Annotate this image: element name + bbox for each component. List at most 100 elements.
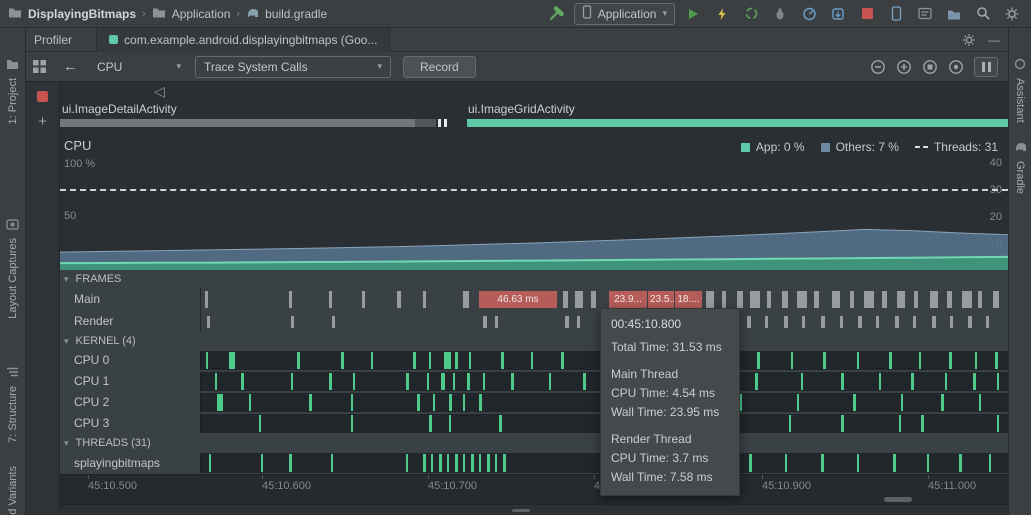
sidebar-item-build-variants[interactable]: Build Variants [0, 466, 25, 515]
frame-bar[interactable] [897, 291, 905, 308]
sidebar-item-project[interactable]: 1: Project [0, 58, 25, 124]
profiler-type-dropdown[interactable]: CPU ▾ [91, 60, 187, 74]
frame-bar[interactable] [463, 291, 469, 308]
frame-bar[interactable] [362, 291, 365, 308]
search-icon[interactable] [972, 3, 994, 25]
frame-bar[interactable] [802, 316, 805, 328]
frame-bar[interactable] [832, 291, 840, 308]
session-tab[interactable]: com.example.android.displayingbitmaps (G… [96, 28, 390, 52]
tool-window-title[interactable]: Profiler [34, 33, 72, 47]
threads-section-header[interactable]: ▾ THREADS (31) [60, 434, 1008, 452]
frame-bar[interactable] [947, 291, 952, 308]
frame-bar[interactable] [962, 291, 972, 308]
frame-bar[interactable] [950, 316, 953, 328]
frame-bar[interactable] [978, 291, 982, 308]
profile-icon[interactable] [798, 3, 820, 25]
frame-bar[interactable] [814, 291, 819, 308]
zoom-out-icon[interactable] [870, 59, 886, 75]
logcat-icon[interactable] [914, 3, 936, 25]
frame-bar[interactable] [932, 316, 936, 328]
frame-bar[interactable] [784, 316, 788, 328]
frame-bar[interactable] [968, 316, 972, 328]
janky-frame-bar[interactable]: 46.63 ms [479, 291, 557, 308]
frame-bar[interactable] [821, 316, 825, 328]
stop-icon[interactable] [856, 3, 878, 25]
frame-bar[interactable] [986, 316, 989, 328]
frame-bar[interactable] [850, 291, 854, 308]
horizontal-scrollbar[interactable] [60, 496, 1008, 504]
activity-track[interactable] [60, 119, 1008, 127]
frame-bar[interactable] [329, 291, 332, 308]
frame-bar[interactable] [291, 316, 294, 328]
frame-bar[interactable] [913, 316, 916, 328]
kernel-section-header[interactable]: ▾ KERNEL (4) [60, 332, 1008, 350]
sidebar-item-layout-captures[interactable]: Layout Captures [0, 218, 25, 319]
debug-icon[interactable] [769, 3, 791, 25]
frames-main-track[interactable]: 46.63 ms 23.9...23.5...18.... [200, 288, 1008, 310]
janky-frame-bar[interactable]: 23.9... [609, 291, 647, 308]
frame-bar[interactable] [565, 316, 569, 328]
frame-bar[interactable] [767, 291, 771, 308]
frame-bar[interactable] [876, 316, 879, 328]
cpu-usage-chart[interactable]: CPU App: 0 %Others: 7 %Threads: 31 100 %… [60, 132, 1008, 270]
device-manager-icon[interactable] [885, 3, 907, 25]
frame-bar[interactable] [840, 316, 843, 328]
frame-bar[interactable] [895, 316, 899, 328]
frame-bar[interactable] [765, 316, 768, 328]
profiler-settings-gear-icon[interactable] [962, 33, 976, 47]
frame-bar[interactable] [575, 291, 583, 308]
bottom-scrollbar[interactable] [60, 504, 1008, 515]
breadcrumb-module[interactable]: Application [172, 7, 231, 21]
scrollbar-thumb[interactable] [884, 497, 912, 502]
frame-bar[interactable] [782, 291, 788, 308]
frame-bar[interactable] [397, 291, 401, 308]
pause-button[interactable] [974, 57, 998, 77]
frame-bar[interactable] [914, 291, 918, 308]
frame-bar[interactable] [207, 316, 210, 328]
settings-gear-icon[interactable] [1001, 3, 1023, 25]
apply-changes-icon[interactable] [711, 3, 733, 25]
run-config-select[interactable]: Application ▾ [574, 3, 675, 25]
frames-section-header[interactable]: ▾ FRAMES [60, 270, 1008, 288]
breadcrumb-file[interactable]: build.gradle [265, 7, 327, 21]
frame-bar[interactable] [882, 291, 887, 308]
frame-bar[interactable] [706, 291, 714, 308]
frame-bar[interactable] [423, 291, 426, 308]
attach-profiler-icon[interactable] [827, 3, 849, 25]
device-file-explorer-icon[interactable] [943, 3, 965, 25]
apply-code-changes-icon[interactable] [740, 3, 762, 25]
frame-bar[interactable] [495, 316, 498, 328]
sidebar-item-gradle[interactable]: Gradle [1009, 140, 1031, 194]
scrollbar-thumb[interactable] [512, 509, 530, 512]
sidebar-item-assistant[interactable]: Assistant [1009, 58, 1031, 123]
frame-bar[interactable] [332, 316, 335, 328]
record-button[interactable]: Record [403, 56, 476, 78]
trace-mode-dropdown[interactable]: Trace System Calls ▾ [195, 56, 391, 78]
frame-bar[interactable] [205, 291, 208, 308]
frame-bar[interactable] [747, 316, 751, 328]
frame-bar[interactable] [737, 291, 743, 308]
run-icon[interactable] [682, 3, 704, 25]
hide-tool-window-icon[interactable]: — [988, 33, 1000, 47]
sidebar-item-structure[interactable]: 7: Structure [0, 366, 25, 443]
frame-bar[interactable] [864, 291, 874, 308]
frame-bar[interactable] [289, 291, 292, 308]
frame-bar[interactable] [563, 291, 568, 308]
back-button[interactable]: ← [63, 58, 78, 75]
frame-bar[interactable] [577, 316, 580, 328]
zoom-in-icon[interactable] [896, 59, 912, 75]
frame-bar[interactable] [591, 291, 596, 308]
frame-bar[interactable] [797, 291, 807, 308]
goto-live-icon[interactable] [948, 59, 964, 75]
frame-bar[interactable] [993, 291, 999, 308]
build-hammer-icon[interactable] [545, 3, 567, 25]
janky-frame-bar[interactable]: 23.5... [648, 291, 674, 308]
janky-frame-bar[interactable]: 18.... [675, 291, 702, 308]
reset-zoom-icon[interactable] [922, 59, 938, 75]
frame-bar[interactable] [858, 316, 862, 328]
frame-bar[interactable] [930, 291, 938, 308]
sessions-icon[interactable] [32, 59, 47, 74]
session-recording-indicator[interactable] [37, 91, 48, 102]
add-session-button[interactable]: + [26, 113, 59, 130]
frame-bar[interactable] [722, 291, 726, 308]
